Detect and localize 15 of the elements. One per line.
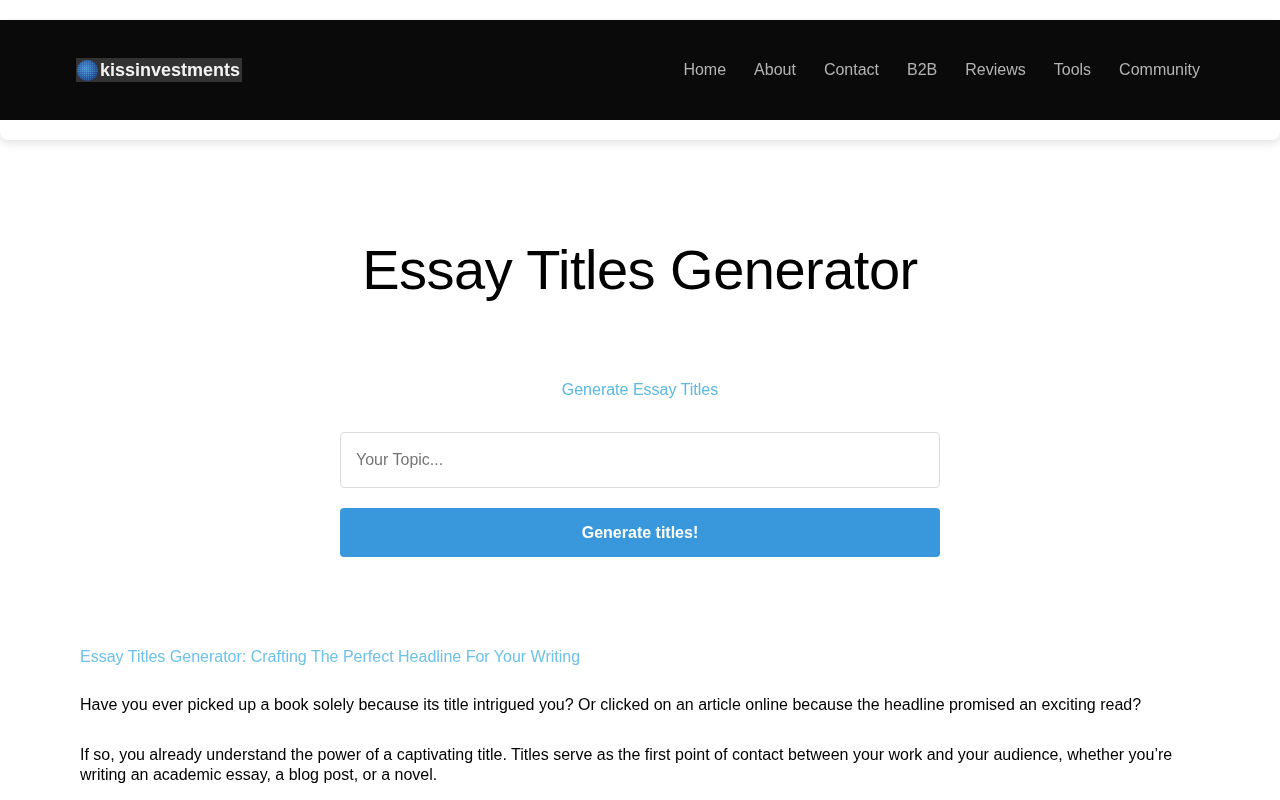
- nav-link[interactable]: About: [754, 61, 796, 79]
- nav-link[interactable]: B2B: [907, 61, 938, 79]
- paragraph: Have you ever picked up a book solely because its title intrigued you? Or clicked on an article online because the headline promised an exciting read?: [80, 695, 1143, 715]
- nav-link[interactable]: Tools: [1053, 61, 1092, 79]
- site-logo[interactable]: kissinvestments: [76, 58, 243, 82]
- nav-link[interactable]: Home: [683, 61, 727, 79]
- generator-heading: Generate Essay Titles: [561, 380, 719, 400]
- page-title: Essay Titles Generator: [362, 237, 918, 303]
- nav-link[interactable]: Community: [1119, 61, 1200, 79]
- topic-input[interactable]: Your Topic...: [340, 432, 940, 488]
- article-heading: Essay Titles Generator: Crafting The Perfect Headline For Your Writing: [80, 647, 582, 667]
- nav-link[interactable]: Contact: [823, 61, 879, 79]
- nav-link[interactable]: Reviews: [965, 61, 1026, 79]
- dotted-sphere-icon: [77, 59, 98, 81]
- paragraph: If so, you already understand the power of a captivating title. Titles serve as the first point of contact between your work and your audience, whether you’re writing an academic essay, a blog post, or a novel.: [80, 745, 1174, 785]
